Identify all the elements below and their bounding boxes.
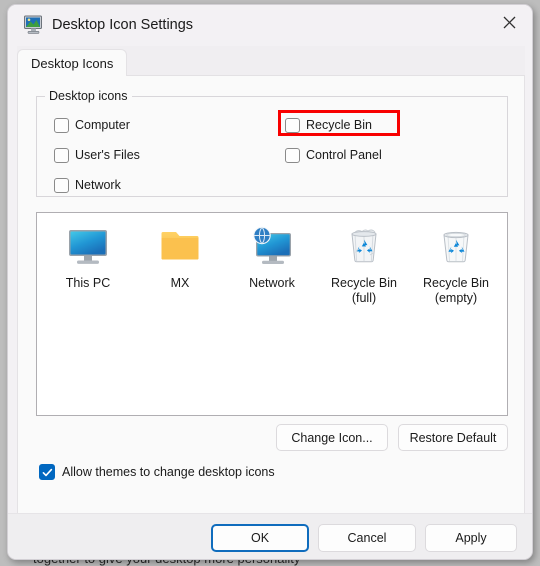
group-legend: Desktop icons: [45, 89, 132, 103]
desktop-icon-settings-dialog: Desktop Icon Settings Desktop Icons Desk…: [7, 4, 533, 560]
desktop-icons-group: Desktop icons Computer User's Files Netw…: [36, 89, 508, 197]
checkbox-box-checked: [39, 464, 55, 480]
checkbox-users-files[interactable]: User's Files: [54, 145, 140, 165]
checkbox-recycle-bin[interactable]: Recycle Bin: [285, 115, 372, 135]
preview-item-this-pc[interactable]: This PC: [43, 222, 133, 291]
preview-label: MX: [170, 276, 190, 290]
checkbox-label: Allow themes to change desktop icons: [62, 465, 275, 479]
preview-label-line2: (full): [351, 291, 377, 305]
checkbox-label: Control Panel: [306, 148, 382, 162]
display-properties-monitor-icon: [23, 15, 44, 35]
recycle-bin-empty-icon: [432, 222, 480, 270]
cancel-button[interactable]: Cancel: [318, 524, 416, 552]
title-bar: Desktop Icon Settings: [8, 5, 532, 46]
checkbox-box: [54, 177, 69, 193]
this-pc-monitor-icon: [64, 222, 112, 270]
checkbox-box: [54, 117, 69, 133]
preview-label-line2: (empty): [434, 291, 478, 305]
tab-panel-desktop-icons: Desktop icons Computer User's Files Netw…: [17, 76, 525, 514]
preview-label: Recycle Bin: [423, 276, 489, 290]
close-icon[interactable]: [487, 5, 532, 39]
ok-button[interactable]: OK: [211, 524, 309, 552]
preview-label: Recycle Bin: [331, 276, 397, 290]
window-title: Desktop Icon Settings: [52, 17, 194, 33]
recycle-bin-full-icon: [340, 222, 388, 270]
network-globe-monitor-icon: [248, 222, 296, 270]
checkbox-label: Recycle Bin: [306, 118, 372, 132]
checkbox-computer[interactable]: Computer: [54, 115, 130, 135]
checkbox-label: Computer: [75, 118, 130, 132]
checkbox-box: [285, 117, 300, 133]
preview-item-recycle-bin-empty[interactable]: Recycle Bin (empty): [411, 222, 501, 306]
change-icon-button[interactable]: Change Icon...: [276, 424, 388, 451]
preview-item-mx[interactable]: MX: [135, 222, 225, 291]
preview-label: Network: [249, 276, 295, 290]
icon-preview-panel: This PC MX Network Recycle Bin (full) Re…: [36, 212, 508, 416]
tab-desktop-icons[interactable]: Desktop Icons: [17, 49, 128, 77]
checkbox-label: User's Files: [75, 148, 140, 162]
preview-label: This PC: [65, 276, 111, 290]
restore-default-button[interactable]: Restore Default: [398, 424, 508, 451]
dialog-footer: OK Cancel Apply: [8, 513, 532, 559]
preview-item-network[interactable]: Network: [227, 222, 317, 291]
checkbox-box: [54, 147, 69, 163]
apply-button[interactable]: Apply: [425, 524, 517, 552]
checkbox-allow-themes[interactable]: Allow themes to change desktop icons: [39, 464, 275, 480]
checkbox-box: [285, 147, 300, 163]
checkbox-network[interactable]: Network: [54, 175, 121, 195]
checkbox-label: Network: [75, 178, 121, 192]
checkbox-control-panel[interactable]: Control Panel: [285, 145, 382, 165]
folder-icon: [156, 222, 204, 270]
preview-item-recycle-bin-full[interactable]: Recycle Bin (full): [319, 222, 409, 306]
